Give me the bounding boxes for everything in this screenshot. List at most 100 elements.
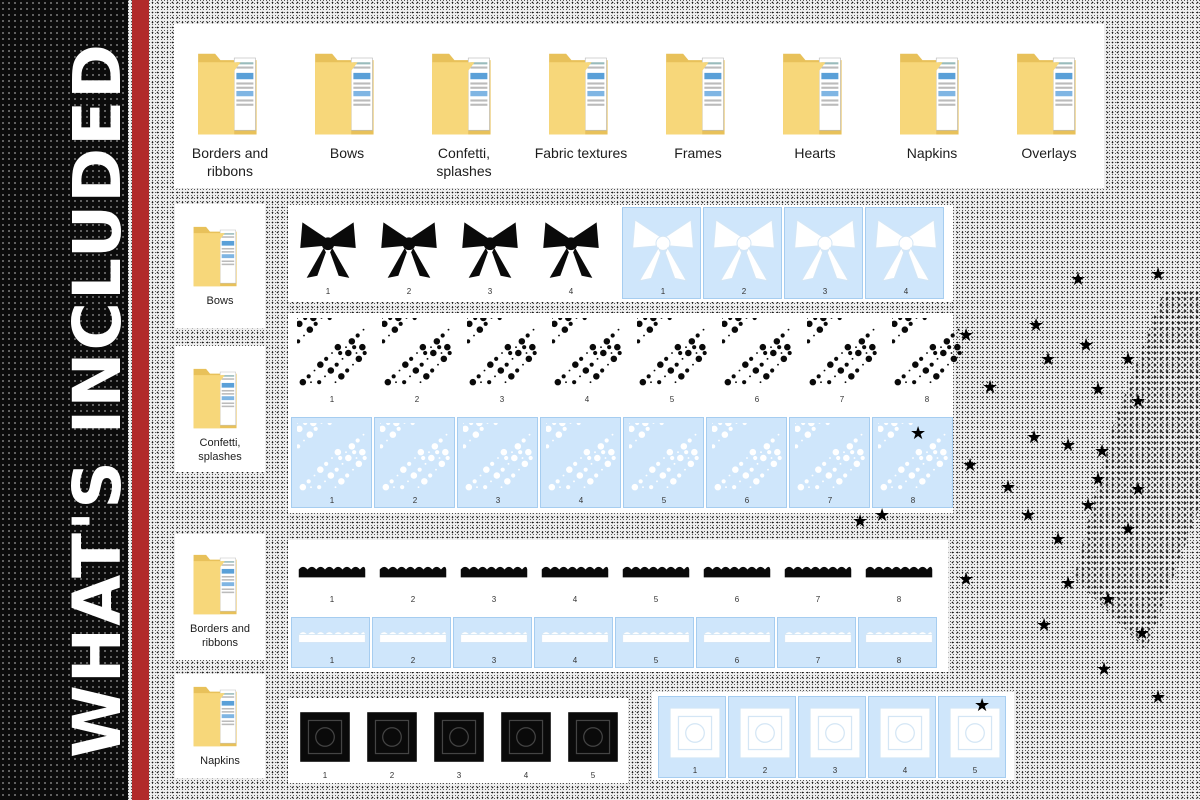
border-icon[interactable]: [459, 623, 529, 653]
confetti-icon[interactable]: [629, 423, 699, 493]
border-icon[interactable]: [621, 558, 691, 588]
confetti-icon[interactable]: [382, 318, 452, 388]
napkin-icon[interactable]: [874, 702, 936, 764]
border-icon[interactable]: [378, 623, 448, 653]
folder-icon[interactable]: [192, 222, 242, 288]
thumb-number: 1: [329, 395, 335, 404]
bow-icon[interactable]: [296, 213, 360, 283]
napkin-icon[interactable]: [804, 702, 866, 764]
thumb-number: 2: [410, 656, 416, 665]
folder-icon[interactable]: [430, 46, 498, 138]
thumb-number: 3: [491, 656, 497, 665]
folder-icon[interactable]: [192, 364, 242, 430]
folder-label: Napkins: [200, 755, 240, 767]
thumb-number: 3: [499, 395, 505, 404]
thumb-number: 5: [972, 766, 978, 775]
napkin-icon[interactable]: [361, 706, 423, 768]
thumb-number: 8: [910, 496, 916, 505]
confetti-icon[interactable]: [712, 423, 782, 493]
confetti-icon[interactable]: [637, 318, 707, 388]
napkin-icon[interactable]: [562, 706, 624, 768]
border-icon[interactable]: [864, 558, 934, 588]
bow-icon[interactable]: [709, 213, 779, 283]
folder-icon[interactable]: [192, 550, 242, 616]
thumb-number: 1: [329, 496, 335, 505]
thumb-number: 1: [329, 595, 335, 604]
border-icon[interactable]: [378, 558, 448, 588]
confetti-icon[interactable]: [546, 423, 616, 493]
star-icon: ★: [910, 423, 927, 443]
star-icon: ★: [958, 325, 975, 345]
confetti-icon[interactable]: [297, 318, 367, 388]
folder-icon[interactable]: [781, 46, 849, 138]
confetti-icon[interactable]: [807, 318, 877, 388]
folder-label: Confetti, splashes: [198, 437, 242, 463]
bow-icon[interactable]: [628, 213, 698, 283]
thumb-number: 1: [692, 766, 698, 775]
confetti-icon[interactable]: [380, 423, 450, 493]
border-icon[interactable]: [297, 623, 367, 653]
folder-label: Bows: [206, 295, 234, 307]
bow-icon[interactable]: [790, 213, 860, 283]
folder-icon[interactable]: [196, 46, 264, 138]
folder-icon[interactable]: [898, 46, 966, 138]
thumb-number: 5: [653, 595, 659, 604]
confetti-icon[interactable]: [722, 318, 792, 388]
star-icon: ★: [1026, 427, 1043, 447]
thumb-number: 4: [578, 496, 584, 505]
thumb-number: 1: [322, 771, 328, 780]
bow-icon[interactable]: [458, 213, 522, 283]
bow-icon[interactable]: [539, 213, 603, 283]
thumb-number: 4: [568, 287, 574, 296]
napkin-icon[interactable]: [294, 706, 356, 768]
star-icon: ★: [874, 505, 891, 525]
border-icon[interactable]: [783, 558, 853, 588]
star-icon: ★: [1134, 623, 1151, 643]
border-icon[interactable]: [783, 623, 853, 653]
bow-icon[interactable]: [871, 213, 941, 283]
bow-icon[interactable]: [377, 213, 441, 283]
napkin-icon[interactable]: [664, 702, 726, 764]
border-icon[interactable]: [297, 558, 367, 588]
border-icon[interactable]: [621, 623, 691, 653]
folder-icon[interactable]: [192, 682, 242, 748]
star-icon: ★: [1100, 589, 1117, 609]
folder-icon[interactable]: [664, 46, 732, 138]
thumb-number: 8: [896, 595, 902, 604]
thumb-number: 3: [487, 287, 493, 296]
star-icon: ★: [1040, 349, 1057, 369]
folder-icon[interactable]: [1015, 46, 1083, 138]
border-icon[interactable]: [540, 623, 610, 653]
confetti-icon[interactable]: [892, 318, 962, 388]
confetti-icon[interactable]: [467, 318, 537, 388]
border-icon[interactable]: [702, 558, 772, 588]
thumb-number: 2: [412, 496, 418, 505]
thumb-number: 7: [839, 395, 845, 404]
star-icon: ★: [1050, 529, 1067, 549]
border-icon[interactable]: [864, 623, 934, 653]
folder-label: Overlays: [1021, 145, 1077, 161]
confetti-icon[interactable]: [463, 423, 533, 493]
napkin-icon[interactable]: [495, 706, 557, 768]
border-icon[interactable]: [702, 623, 772, 653]
thumb-number: 1: [325, 287, 331, 296]
star-icon: ★: [1120, 349, 1137, 369]
confetti-icon[interactable]: [297, 423, 367, 493]
napkin-icon[interactable]: [734, 702, 796, 764]
thumb-number: 1: [660, 287, 666, 296]
confetti-icon[interactable]: [552, 318, 622, 388]
thumb-number: 3: [832, 766, 838, 775]
thumb-number: 3: [495, 496, 501, 505]
thumb-number: 5: [661, 496, 667, 505]
thumb-number: 2: [410, 595, 416, 604]
star-icon: ★: [962, 455, 979, 475]
folder-label: Bows: [329, 145, 365, 161]
folder-icon[interactable]: [313, 46, 381, 138]
star-icon: ★: [1096, 659, 1113, 679]
confetti-icon[interactable]: [795, 423, 865, 493]
napkin-icon[interactable]: [428, 706, 490, 768]
border-icon[interactable]: [540, 558, 610, 588]
border-icon[interactable]: [459, 558, 529, 588]
folder-icon[interactable]: [547, 46, 615, 138]
thumb-number: 3: [491, 595, 497, 604]
